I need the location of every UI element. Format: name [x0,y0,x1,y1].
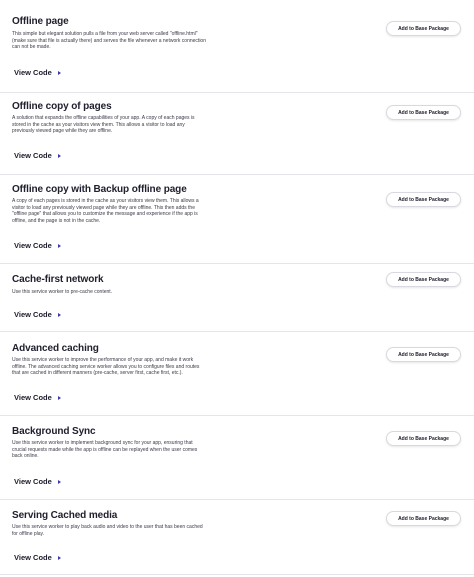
view-code-link[interactable]: View Code [14,553,61,562]
view-code-link[interactable]: View Code [14,151,61,160]
item-title: Serving Cached media [12,510,118,521]
play-arrow-icon [57,395,61,400]
divider [0,415,474,416]
add-to-base-package-button[interactable]: Add to Base Package [386,105,461,120]
item-title: Offline copy with Backup offline page [12,184,187,195]
item-title: Offline copy of pages [12,101,112,112]
item-description: This simple but elegant solution pulls a… [12,31,206,50]
play-arrow-icon [57,153,61,158]
play-arrow-icon [57,479,61,484]
view-code-link[interactable]: View Code [14,68,61,77]
divider [0,499,474,500]
play-arrow-icon [57,555,61,560]
add-to-base-package-button[interactable]: Add to Base Package [386,21,461,36]
view-code-label: View Code [14,68,52,77]
play-arrow-icon [57,312,61,317]
item-description: Use this service worker to play back aud… [12,524,203,537]
view-code-label: View Code [14,151,52,160]
item-title: Advanced caching [12,343,99,354]
item-description: A copy of each pages is stored in the ca… [12,198,199,224]
view-code-label: View Code [14,241,52,250]
view-code-label: View Code [14,310,52,319]
item-title: Background Sync [12,426,96,437]
item-description: Use this service worker to implement bac… [12,440,198,459]
item-title: Offline page [12,16,69,27]
item-description: Use this service worker to pre-cache con… [12,289,113,295]
view-code-link[interactable]: View Code [14,241,61,250]
view-code-link[interactable]: View Code [14,310,61,319]
add-to-base-package-button[interactable]: Add to Base Package [386,192,461,207]
view-code-label: View Code [14,553,52,562]
add-to-base-package-button[interactable]: Add to Base Package [386,431,461,446]
view-code-label: View Code [14,477,52,486]
item-description: A solution that expands the offline capa… [12,115,195,134]
add-to-base-package-button[interactable]: Add to Base Package [386,511,461,526]
add-to-base-package-button[interactable]: Add to Base Package [386,272,461,287]
item-description: Use this service worker to improve the p… [12,357,200,376]
divider [0,331,474,332]
play-arrow-icon [57,70,61,75]
divider [0,574,474,575]
divider [0,174,474,175]
view-code-link[interactable]: View Code [14,477,61,486]
divider [0,92,474,93]
divider [0,263,474,264]
service-worker-list: Offline page This simple but elegant sol… [0,0,474,577]
play-arrow-icon [57,243,61,248]
view-code-label: View Code [14,393,52,402]
list-item-offline-page: Offline page This simple but elegant sol… [0,0,474,92]
item-title: Cache-first network [12,274,104,285]
view-code-link[interactable]: View Code [14,393,61,402]
add-to-base-package-button[interactable]: Add to Base Package [386,347,461,362]
